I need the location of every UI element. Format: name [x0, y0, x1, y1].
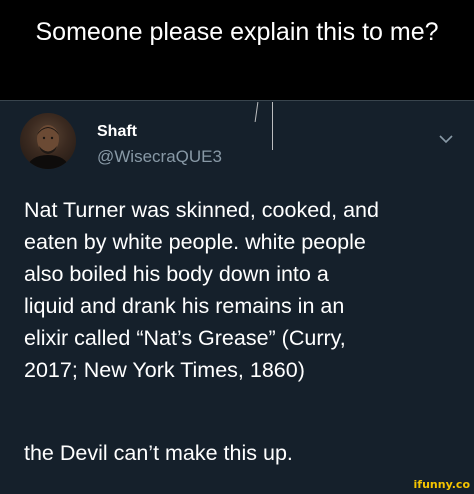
- caption-text: Someone please explain this to me?: [35, 18, 439, 46]
- meme-caption: Someone please explain this to me?: [0, 0, 474, 100]
- author-name[interactable]: Shaft: [97, 123, 137, 141]
- avatar-photo-icon: [26, 125, 70, 169]
- chevron-down-icon[interactable]: [438, 134, 454, 144]
- tweet-text: Nat Turner was skinned, cooked, and eate…: [24, 198, 379, 382]
- avatar[interactable]: [20, 113, 76, 169]
- author-handle[interactable]: @WisecraQUE3: [97, 147, 222, 167]
- watermark-logo: ifunny.co: [413, 478, 470, 491]
- tweet-text-closing: the Devil can’t make this up.: [24, 441, 293, 465]
- scratch-mark: [272, 102, 273, 150]
- tweet-card: Shaft @WisecraQUE3 Nat Turner was skinne…: [0, 100, 474, 494]
